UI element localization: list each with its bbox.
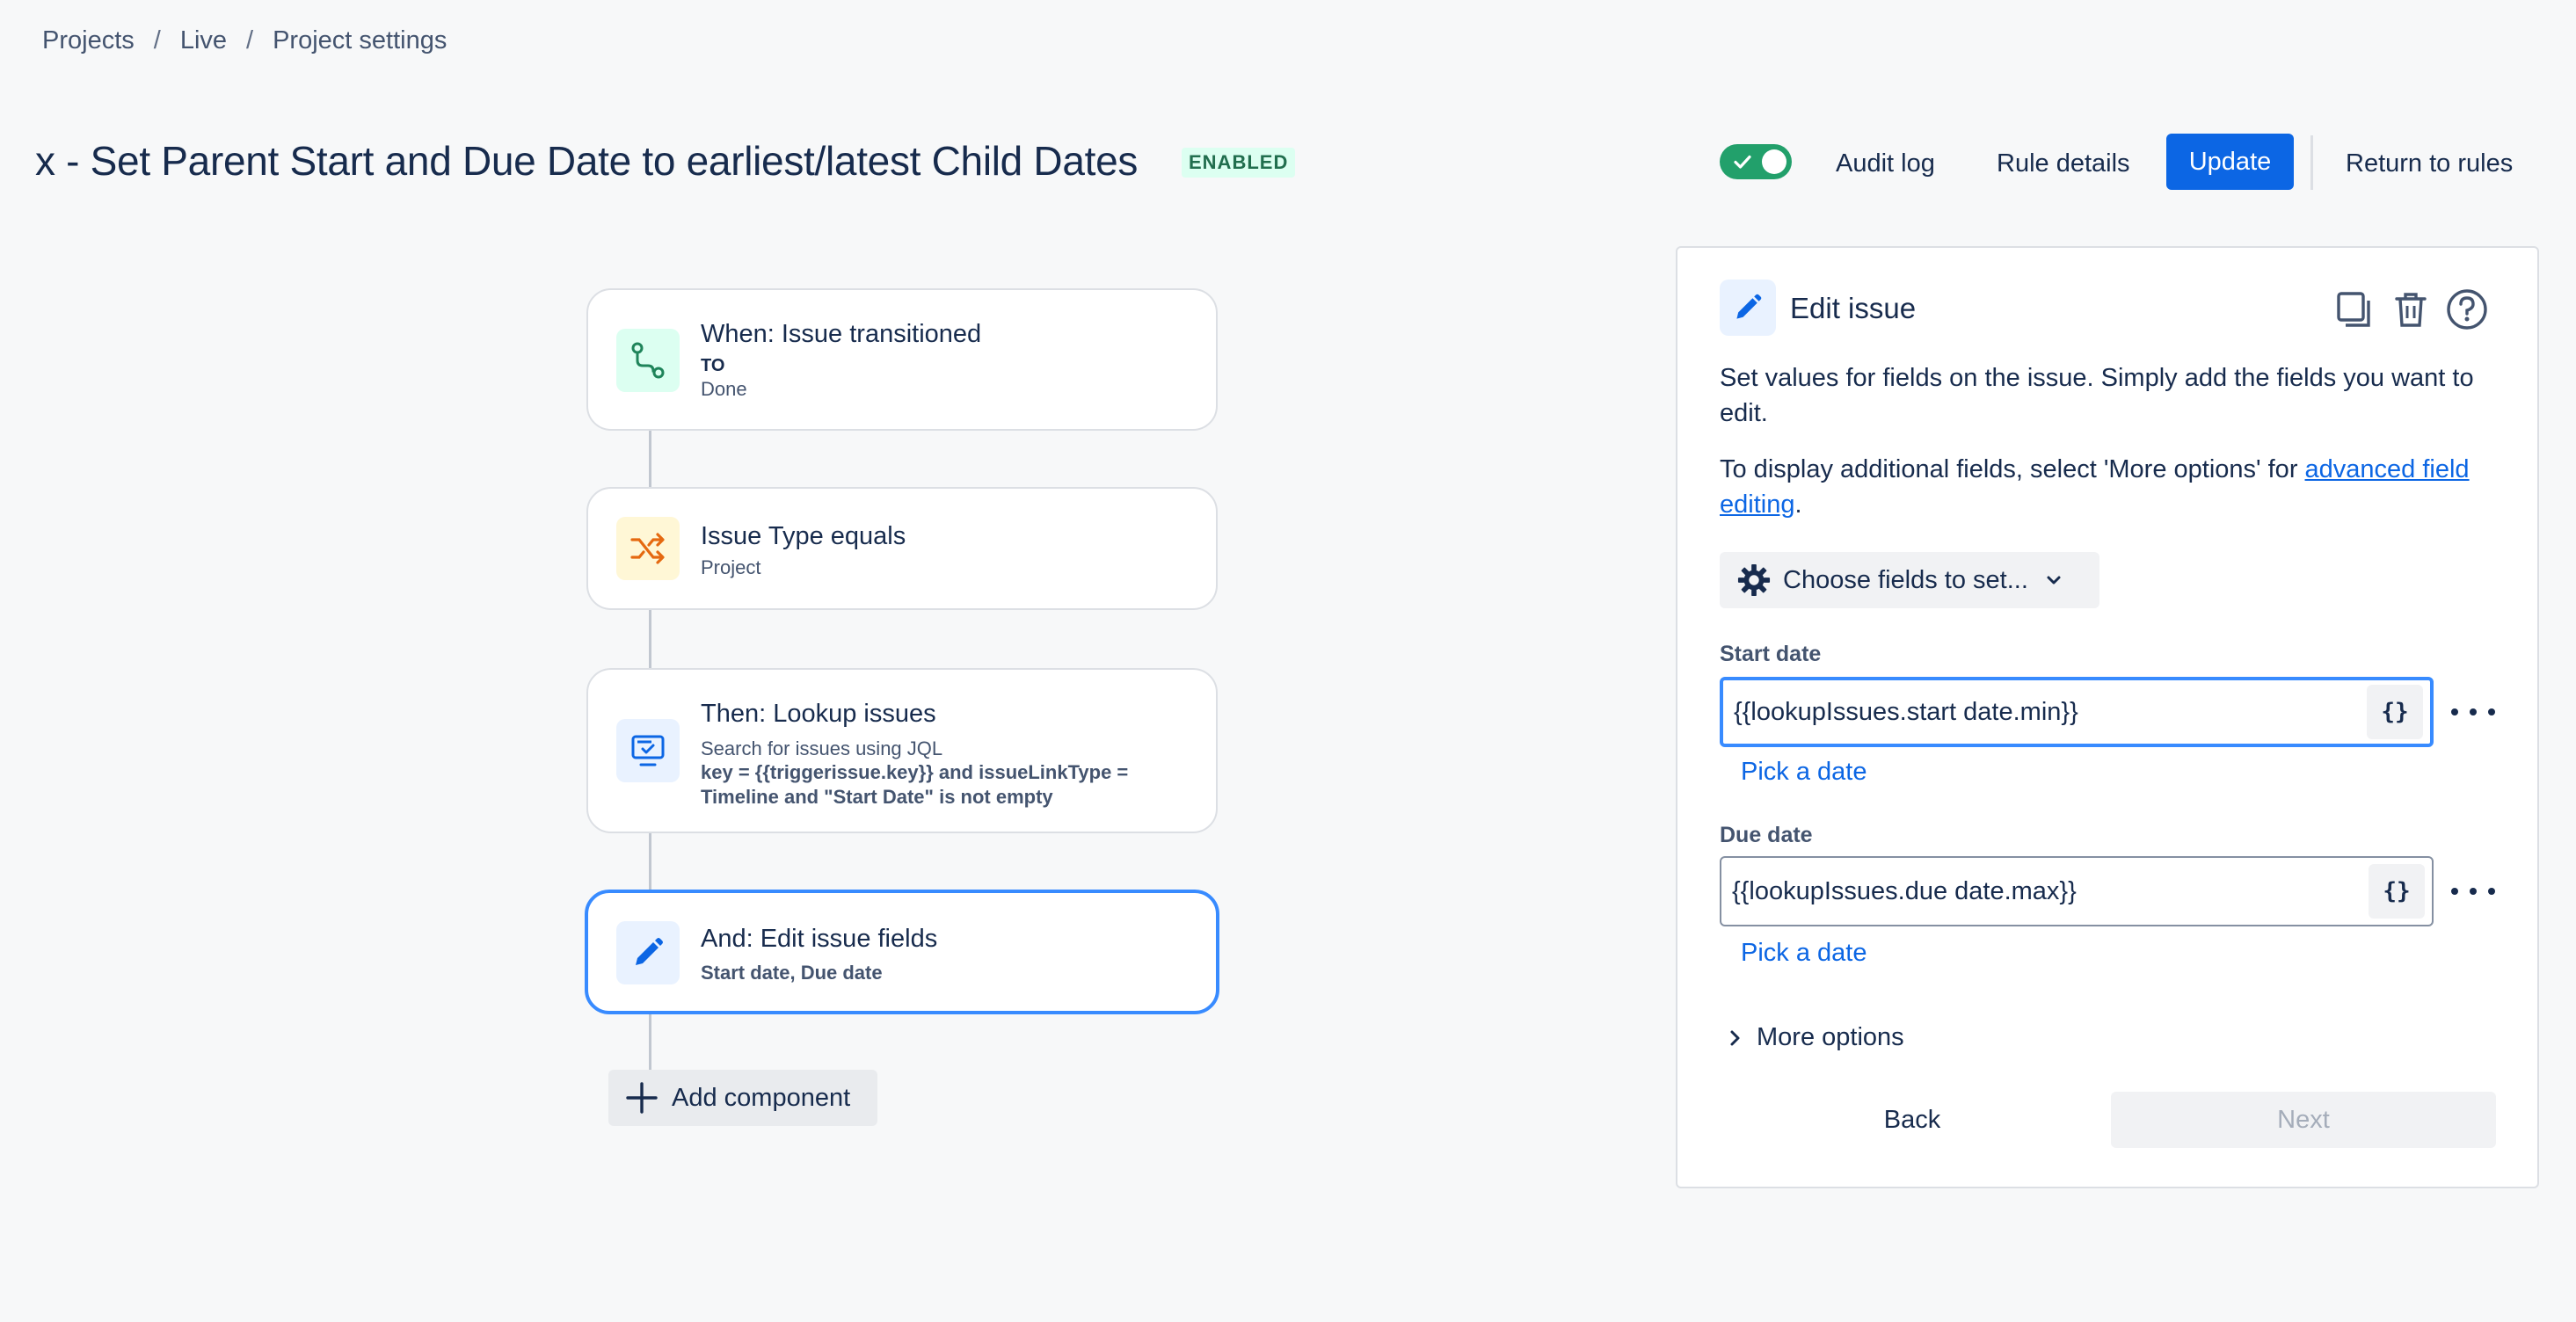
breadcrumb-project-settings[interactable]: Project settings <box>273 26 447 55</box>
choose-fields-button[interactable]: Choose fields to set... <box>1720 552 2099 608</box>
header-divider <box>2310 135 2313 190</box>
due-date-field[interactable]: {{lookupIssues.due date.max}} {} <box>1720 856 2434 926</box>
flow-connector <box>649 429 651 489</box>
trash-icon[interactable] <box>2388 287 2434 332</box>
trigger-title: When: Issue transitioned <box>701 320 982 348</box>
rule-title[interactable]: x - Set Parent Start and Due Date to ear… <box>35 137 1138 185</box>
copy-icon[interactable] <box>2332 287 2377 332</box>
panel-advanced-note: To display additional fields, select 'Mo… <box>1720 452 2502 522</box>
smart-value-button[interactable]: {} <box>2369 864 2425 919</box>
pencil-icon <box>1720 280 1776 336</box>
more-options-label: More options <box>1757 1023 1904 1051</box>
start-date-label: Start date <box>1720 642 1822 666</box>
back-button[interactable]: Back <box>1720 1092 2105 1148</box>
trigger-card[interactable]: When: Issue transitioned TO Done <box>586 288 1218 431</box>
edit-fields-title: And: Edit issue fields <box>701 925 938 953</box>
edit-fields-card[interactable]: And: Edit issue fields Start date, Due d… <box>585 890 1219 1014</box>
trigger-sub-value: Done <box>701 378 747 400</box>
due-date-pick-link[interactable]: Pick a date <box>1741 939 1867 968</box>
lookup-title: Then: Lookup issues <box>701 700 936 728</box>
flow-connector <box>649 832 651 891</box>
chevron-down-icon <box>2047 576 2061 585</box>
next-button[interactable]: Next <box>2111 1092 2496 1148</box>
due-date-value[interactable]: {{lookupIssues.due date.max}} <box>1721 877 2369 906</box>
edit-fields-detail: Start date, Due date <box>701 962 883 984</box>
condition-sub: Project <box>701 556 761 578</box>
help-icon[interactable] <box>2444 287 2490 332</box>
choose-fields-label: Choose fields to set... <box>1783 565 2028 594</box>
breadcrumb: Projects / Live / Project settings <box>42 26 447 55</box>
plus-icon <box>626 1082 658 1114</box>
edit-issue-panel: Edit issue Set values for fields on the … <box>1676 246 2539 1188</box>
lookup-sub: Search for issues using JQL <box>701 737 943 759</box>
advanced-note-prefix: To display additional fields, select 'Mo… <box>1720 455 2305 483</box>
due-date-label: Due date <box>1720 823 1813 847</box>
panel-title: Edit issue <box>1790 292 1917 324</box>
condition-card[interactable]: Issue Type equals Project <box>586 487 1218 610</box>
breadcrumb-separator: / <box>246 26 254 54</box>
lookup-icon <box>616 719 680 782</box>
start-date-field[interactable]: {{lookupIssues.start date.min}} {} <box>1720 677 2434 747</box>
toggle-knob <box>1762 149 1786 174</box>
rule-details-button[interactable]: Rule details <box>1997 146 2130 182</box>
breadcrumb-live[interactable]: Live <box>180 26 227 55</box>
breadcrumb-projects[interactable]: Projects <box>42 26 135 55</box>
gear-icon <box>1737 563 1771 597</box>
audit-log-button[interactable]: Audit log <box>1836 146 1935 182</box>
shuffle-icon <box>616 517 680 580</box>
start-date-value[interactable]: {{lookupIssues.start date.min}} <box>1723 698 2367 727</box>
rule-enabled-toggle[interactable] <box>1720 144 1792 179</box>
more-options-toggle[interactable]: More options <box>1727 1023 1904 1052</box>
check-icon <box>1734 155 1751 169</box>
update-button[interactable]: Update <box>2166 134 2294 190</box>
add-component-label: Add component <box>672 1083 851 1112</box>
lookup-jql: key = {{triggerissue.key}} and issueLink… <box>701 761 1129 808</box>
pencil-icon <box>616 921 680 984</box>
flow-connector <box>649 1011 651 1072</box>
lookup-card[interactable]: Then: Lookup issues Search for issues us… <box>586 668 1218 833</box>
smart-value-button[interactable]: {} <box>2367 685 2423 739</box>
add-component-button[interactable]: Add component <box>608 1070 877 1126</box>
panel-description: Set values for fields on the issue. Simp… <box>1720 364 2474 427</box>
more-actions-icon[interactable] <box>2451 883 2495 900</box>
condition-title: Issue Type equals <box>701 522 906 550</box>
trigger-sub-label: TO <box>701 356 725 375</box>
transition-icon <box>616 329 680 392</box>
breadcrumb-separator: / <box>153 26 161 54</box>
chevron-right-icon <box>1730 1030 1740 1045</box>
status-badge: ENABLED <box>1182 148 1296 178</box>
flow-connector <box>649 608 651 670</box>
advanced-note-suffix: . <box>1794 490 1802 519</box>
more-actions-icon[interactable] <box>2451 703 2495 721</box>
return-to-rules-button[interactable]: Return to rules <box>2346 146 2513 182</box>
start-date-pick-link[interactable]: Pick a date <box>1741 758 1867 787</box>
